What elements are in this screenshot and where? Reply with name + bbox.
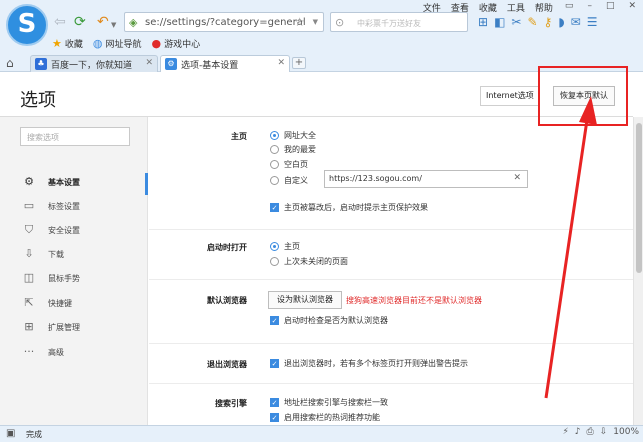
page-status-icon: ▣	[6, 428, 16, 439]
download-status-icon[interactable]: ⇩	[600, 427, 608, 437]
status-tools: ⚡ ♪ ⎙ ⇩ 100%	[562, 427, 639, 437]
status-text: 完成	[26, 430, 42, 439]
speed-icon[interactable]: ⚡	[562, 427, 568, 437]
zoom-level[interactable]: 100%	[613, 427, 639, 437]
screenshot-icon[interactable]: ⎙	[587, 427, 594, 437]
volume-icon[interactable]: ♪	[575, 427, 581, 437]
status-bar: ▣ 完成 ⚡ ♪ ⎙ ⇩ 100%	[0, 425, 643, 442]
annotation-arrow	[544, 96, 597, 399]
